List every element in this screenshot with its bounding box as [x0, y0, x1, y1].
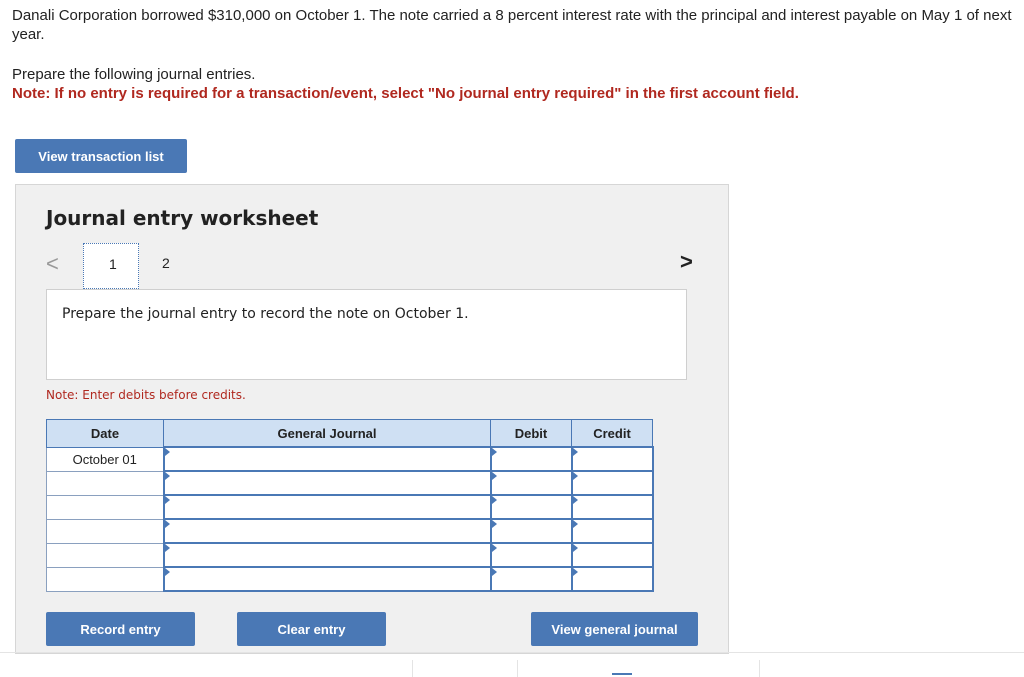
date-cell[interactable] — [46, 566, 164, 592]
debits-note: Note: Enter debits before credits. — [46, 388, 246, 402]
table-row — [46, 566, 654, 592]
journal-header-row: Date General Journal Debit Credit — [46, 419, 653, 448]
account-input[interactable] — [162, 518, 492, 544]
debit-input[interactable] — [489, 542, 573, 568]
instructions: Prepare the following journal entries. — [12, 66, 256, 83]
record-entry-button[interactable]: Record entry — [46, 612, 195, 646]
footer-separator — [412, 660, 413, 677]
view-transaction-list-button[interactable]: View transaction list — [15, 139, 187, 173]
account-input[interactable] — [162, 542, 492, 568]
journal-entry-worksheet: Journal entry worksheet < 1 2 > Prepare … — [15, 184, 729, 654]
date-cell[interactable] — [46, 470, 164, 496]
view-general-journal-button[interactable]: View general journal — [531, 612, 698, 646]
transaction-description: Prepare the journal entry to record the … — [46, 289, 687, 380]
debit-input[interactable] — [489, 566, 573, 592]
header-credit: Credit — [571, 419, 653, 448]
account-input[interactable] — [162, 494, 492, 520]
footer-divider — [0, 652, 1024, 653]
transaction-description-text: Prepare the journal entry to record the … — [62, 306, 469, 322]
credit-input[interactable] — [570, 518, 654, 544]
header-debit: Debit — [490, 419, 572, 448]
table-row — [46, 518, 654, 544]
clear-entry-button[interactable]: Clear entry — [237, 612, 386, 646]
no-entry-note: Note: If no entry is required for a tran… — [12, 85, 799, 102]
table-row — [46, 494, 654, 520]
chevron-right-icon[interactable]: > — [680, 249, 693, 275]
tab-1-label: 1 — [109, 256, 117, 272]
debit-input[interactable] — [489, 518, 573, 544]
date-cell[interactable] — [46, 494, 164, 520]
debit-input[interactable] — [489, 446, 573, 472]
footer-separator — [517, 660, 518, 677]
date-cell[interactable] — [46, 542, 164, 568]
credit-input[interactable] — [570, 470, 654, 496]
account-input[interactable] — [162, 566, 492, 592]
date-cell[interactable] — [46, 518, 164, 544]
debit-input[interactable] — [489, 470, 573, 496]
credit-input[interactable] — [570, 566, 654, 592]
date-cell[interactable]: October 01 — [46, 446, 164, 472]
debit-input[interactable] — [489, 494, 573, 520]
credit-input[interactable] — [570, 494, 654, 520]
header-general-journal: General Journal — [163, 419, 491, 448]
table-row — [46, 470, 654, 496]
header-date: Date — [46, 419, 164, 448]
account-input[interactable] — [162, 446, 492, 472]
table-row: October 01 — [46, 446, 654, 472]
account-input[interactable] — [162, 470, 492, 496]
worksheet-title: Journal entry worksheet — [46, 206, 319, 230]
problem-statement: Danali Corporation borrowed $310,000 on … — [12, 7, 1012, 43]
footer-indicator — [612, 673, 632, 675]
credit-input[interactable] — [570, 542, 654, 568]
journal-table: Date General Journal Debit Credit Octobe… — [46, 419, 654, 592]
tab-1[interactable]: 1 — [83, 243, 139, 289]
table-row — [46, 542, 654, 568]
chevron-left-icon[interactable]: < — [46, 251, 59, 277]
footer-separator — [759, 660, 760, 677]
credit-input[interactable] — [570, 446, 654, 472]
tab-2[interactable]: 2 — [162, 255, 170, 271]
